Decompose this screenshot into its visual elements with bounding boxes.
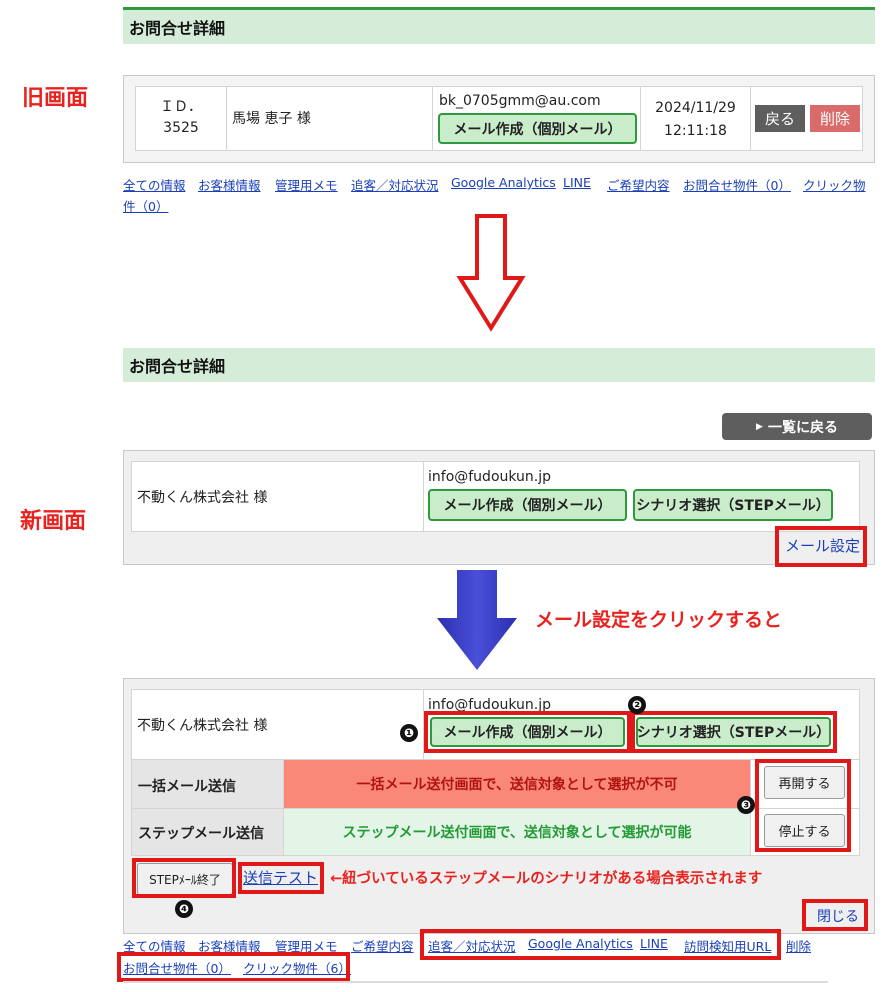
new-screen-label: 新画面 [20,509,87,534]
marker-2-icon: ❷ [628,696,646,714]
tab-all-info[interactable]: 全ての情報 [123,175,186,194]
close-highlight [802,899,868,931]
bulk-mail-label: 一括メール送信 [131,759,284,809]
old-mail-create-button[interactable]: メール作成（個別メール） [438,113,637,144]
customer-email: bk_0705gmm@au.com [439,93,601,109]
step-end-highlight [132,858,236,898]
old-delete-button[interactable]: 削除 [810,105,860,132]
send-test-highlight [238,862,324,894]
customer-email: info@fudoukun.jp [428,469,552,485]
old-section-header: お問合せ詳細 [123,10,875,44]
tab-wishes[interactable]: ご希望内容 [607,175,670,194]
id-value: 3525 [163,120,199,136]
send-test-note: ←紐づいているステップメールのシナリオがある場合表示されます [330,871,763,887]
step-mail-status: ステップメール送付画面で、送信対象として選択が可能 [283,808,751,856]
property-tabs-highlight [117,952,350,982]
new-section-header: お問合せ詳細 [123,348,875,382]
back-to-list-button[interactable]: ▶ 一覧に戻る [722,413,872,440]
mail-create-highlight [424,711,631,753]
play-icon: ▶ [756,421,763,432]
marker-4-icon: ❹ [175,900,193,918]
tab-line[interactable]: LINE [563,175,591,190]
new-tabs-highlight [420,929,781,960]
old-name-cell: 馬場 恵子 様 [226,86,433,151]
tab-admin-memo[interactable]: 管理用メモ [275,175,338,194]
id-label: ＩＤ． [160,99,202,115]
scenario-select-button[interactable]: シナリオ選択（STEPメール） [633,489,833,521]
tab-wishes[interactable]: ご希望内容 [351,936,414,955]
annotation-text: メール設定をクリックすると [535,609,783,631]
tab-follow-status[interactable]: 追客／対応状況 [351,175,439,194]
resume-stop-highlight [755,759,851,852]
tab-click-properties[interactable]: クリック物 [803,175,866,194]
expanded-name-cell: 不動くん株式会社 様 [131,689,424,760]
customer-name: 不動くん株式会社 様 [137,490,268,506]
old-id-cell: ＩＤ． 3525 [135,86,227,151]
back-to-list-label: 一覧に戻る [767,419,838,436]
time-text: 12:11:18 [664,123,727,139]
bottom-divider [123,981,828,983]
old-screen-label: 旧画面 [22,86,89,111]
tab-click-properties-count[interactable]: 件（0） [123,196,168,215]
old-date-cell: 2024/11/29 12:11:18 [640,86,751,151]
scenario-select-highlight [631,711,837,753]
bulk-mail-status: 一括メール送付画面で、送信対象として選択が不可 [283,759,751,809]
mail-settings-highlight [775,526,867,567]
tab-inquiry-properties[interactable]: お問合せ物件（0） [683,175,791,194]
customer-name: 不動くん株式会社 様 [137,718,268,734]
marker-1-icon: ❶ [400,724,418,742]
date-text: 2024/11/29 [655,100,736,116]
blue-down-arrow-icon [437,570,517,670]
down-arrow-icon [456,214,526,332]
tab-customer-info[interactable]: お客様情報 [198,175,261,194]
step-mail-label: ステップメール送信 [131,808,284,856]
new-name-cell: 不動くん株式会社 様 [131,461,424,532]
tab-google-analytics[interactable]: Google Analytics [451,175,556,190]
customer-name: 馬場 恵子 様 [232,111,311,127]
marker-3-icon: ❸ [737,796,755,814]
tab-delete[interactable]: 削除 [786,936,811,955]
mail-create-button[interactable]: メール作成（個別メール） [428,489,627,521]
old-back-button[interactable]: 戻る [755,105,805,132]
